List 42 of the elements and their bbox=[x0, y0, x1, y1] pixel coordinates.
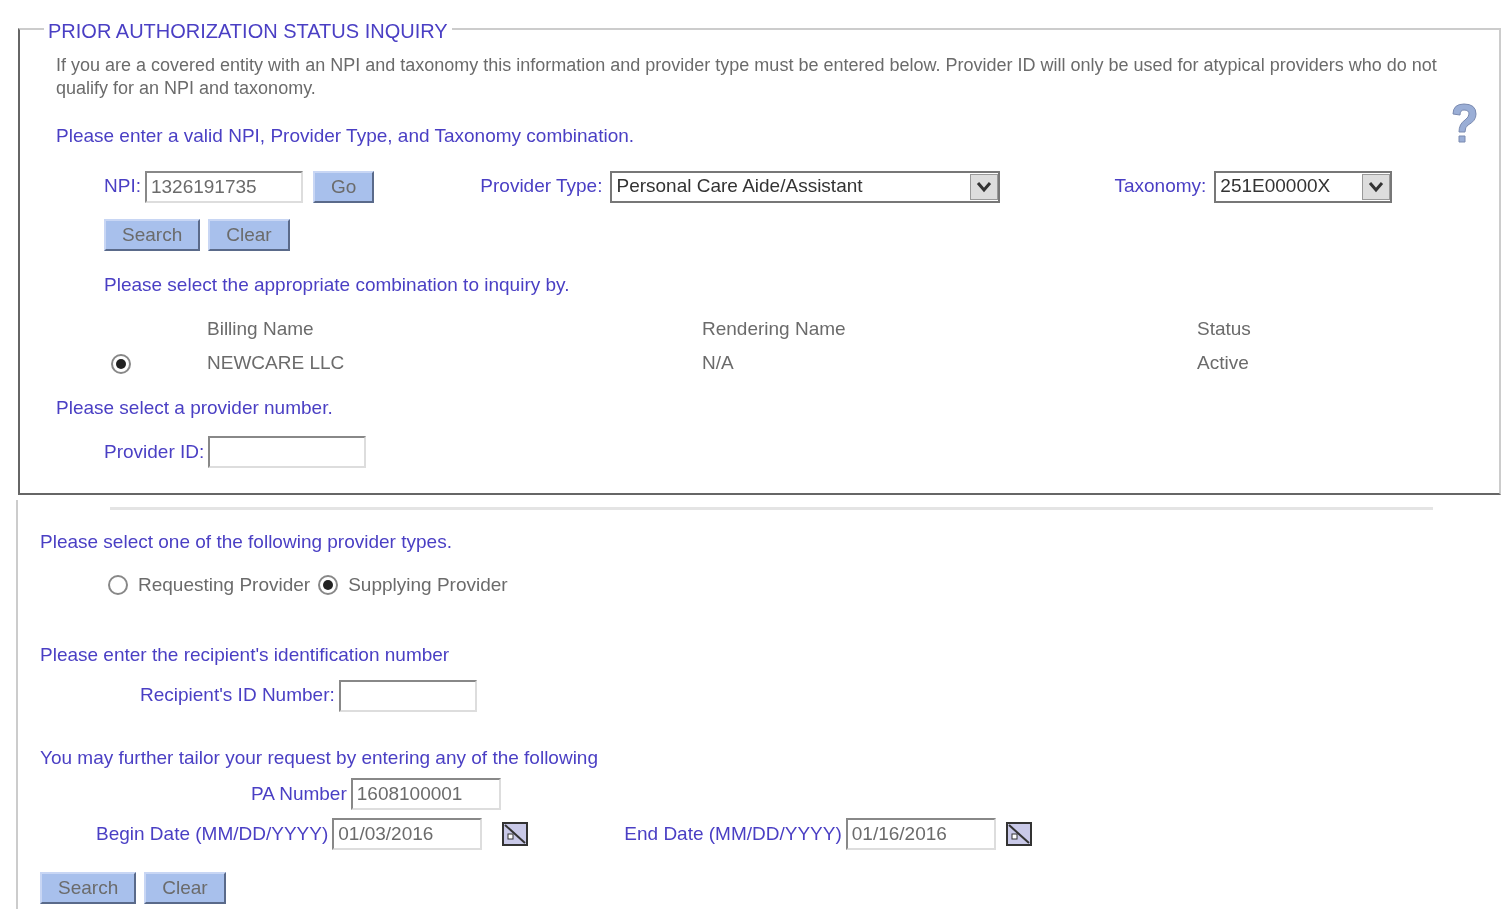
provider-type-radio[interactable] bbox=[108, 574, 128, 595]
search-button[interactable]: Search bbox=[40, 872, 137, 904]
provider-type-label: Provider Type: bbox=[480, 174, 603, 199]
go-button[interactable]: Go bbox=[312, 170, 375, 203]
calendar-icon[interactable] bbox=[502, 822, 529, 846]
end-date-label: End Date (MM/DD/YYYY) bbox=[624, 821, 842, 846]
taxonomy-select[interactable]: 251E00000X bbox=[1214, 170, 1393, 203]
provider-id-field[interactable] bbox=[208, 436, 367, 468]
column-header: Rendering Name bbox=[702, 317, 847, 341]
table-cell-text: Active bbox=[1197, 351, 1250, 376]
clear-button[interactable]: Clear bbox=[144, 872, 226, 904]
provider-type-select[interactable]: Personal Care Aide/Assistant bbox=[610, 170, 1001, 203]
recipient-id-field[interactable] bbox=[338, 679, 477, 712]
begin-date-label: Begin Date (MM/DD/YYYY) bbox=[96, 821, 329, 846]
help-icon[interactable] bbox=[1449, 102, 1479, 146]
column-header: Status bbox=[1197, 317, 1252, 341]
search-button[interactable]: Search bbox=[104, 218, 201, 251]
provider-id-label: Provider ID: bbox=[104, 439, 205, 464]
clear-button[interactable]: Clear bbox=[208, 218, 290, 251]
radio-label: Requesting Provider bbox=[138, 572, 311, 597]
provider-type-radio[interactable] bbox=[318, 574, 339, 595]
provider-number-prompt: Please select a provider number. bbox=[56, 396, 333, 418]
recipient-id-label: Recipient's ID Number: bbox=[140, 683, 335, 708]
begin-date-field[interactable]: 01/03/2016 bbox=[332, 818, 483, 850]
calendar-icon[interactable] bbox=[1005, 822, 1032, 846]
tailor-prompt: You may further tailor your request by entering any of the following bbox=[40, 746, 598, 768]
pa-number-label: PA Number bbox=[251, 781, 347, 806]
table-cell-text: N/A bbox=[702, 351, 735, 376]
column-header: Billing Name bbox=[207, 317, 315, 341]
recipient-prompt: Please enter the recipient's identification number bbox=[40, 644, 450, 665]
combination-prompt: Please select the appropriate combination to inquiry by. bbox=[104, 273, 570, 295]
row-radio[interactable] bbox=[111, 353, 131, 374]
end-date-field[interactable]: 01/16/2016 bbox=[845, 818, 996, 850]
npi-field[interactable]: 1326191735 bbox=[144, 170, 303, 203]
pa-number-field[interactable]: 1608100001 bbox=[350, 778, 501, 810]
npi-prompt: Please enter a valid NPI, Provider Type, and Taxonomy combination. bbox=[56, 124, 635, 148]
table-cell-text: NEWCARE LLC bbox=[207, 351, 346, 376]
provider-types-prompt: Please select one of the following provider types. bbox=[40, 531, 452, 552]
npi-label: NPI: bbox=[104, 174, 141, 199]
intro-text: If you are a covered entity with an NPI and taxonomy this information and provider type must be entered below. Provider ID will only be used for atypical providers who do not qualify for an NPI and taxonomy. bbox=[56, 54, 1438, 100]
taxonomy-label: Taxonomy: bbox=[1114, 174, 1207, 199]
radio-label: Supplying Provider bbox=[348, 572, 508, 597]
